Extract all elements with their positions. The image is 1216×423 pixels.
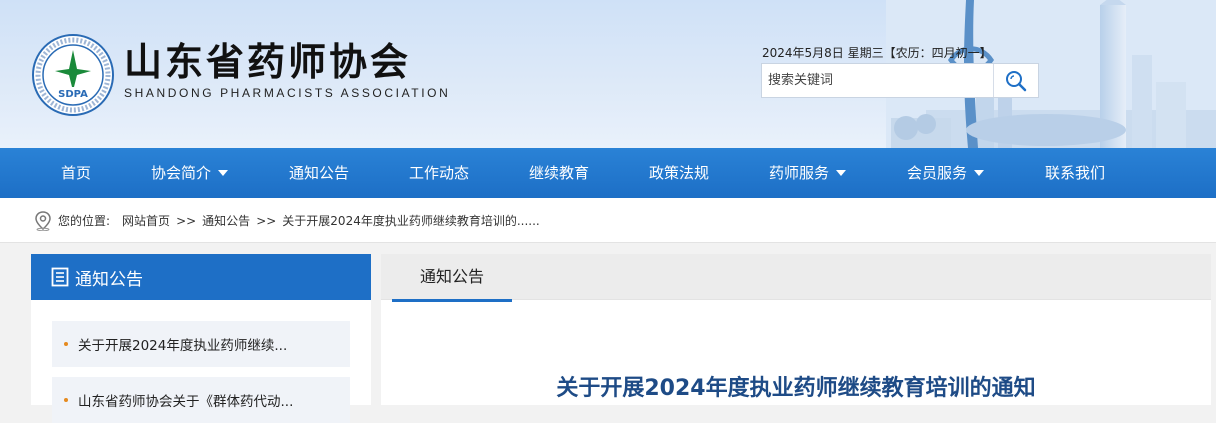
caret-down-icon <box>836 170 847 176</box>
location-pin-icon <box>35 210 51 231</box>
nav-item-notices[interactable]: 通知公告 <box>289 148 349 198</box>
breadcrumb-home-link[interactable]: 网站首页 <box>122 212 170 229</box>
nav-item-home[interactable]: 首页 <box>61 148 91 198</box>
document-list-icon <box>51 267 69 287</box>
nav-item-education[interactable]: 继续教育 <box>529 148 589 198</box>
breadcrumb-separator: >> <box>256 213 277 228</box>
nav-item-about[interactable]: 协会简介 <box>151 148 229 198</box>
site-subtitle: SHANDONG PHARMACISTS ASSOCIATION <box>124 86 451 100</box>
bullet-icon <box>64 342 68 346</box>
sidebar-heading: 通知公告 <box>31 254 371 300</box>
breadcrumb-prefix: 您的位置: <box>58 214 111 228</box>
breadcrumb: 您的位置: 网站首页 >> 通知公告 >> 关于开展2024年度执业药师继续教育… <box>34 198 546 243</box>
breadcrumb-current: 关于开展2024年度执业药师继续教育培训的...... <box>282 214 540 228</box>
bullet-icon <box>64 398 68 402</box>
date-display: 2024年5月8日 星期三【农历：四月初一】 <box>762 46 992 60</box>
nav-item-label: 首页 <box>61 164 92 182</box>
nav-item-label: 联系我们 <box>1045 164 1106 182</box>
nav-item-label: 会员服务 <box>907 164 968 182</box>
nav-item-label: 协会简介 <box>151 164 212 182</box>
search-input[interactable] <box>762 64 994 97</box>
breadcrumb-bar: 您的位置: 网站首页 >> 通知公告 >> 关于开展2024年度执业药师继续教育… <box>0 198 1216 243</box>
nav-item-label: 工作动态 <box>409 164 470 182</box>
search-button[interactable] <box>993 64 1038 97</box>
main-content: 通知公告 关于开展2024年度执业药师继续教育培训的通知 <box>381 254 1211 405</box>
sidebar-item-label: 山东省药师协会关于《群体药代动... <box>78 394 294 410</box>
sidebar-heading-label: 通知公告 <box>75 269 143 290</box>
sidebar-list-item[interactable]: 关于开展2024年度执业药师继续... <box>52 321 350 367</box>
tab-notices[interactable]: 通知公告 <box>392 254 512 302</box>
association-logo[interactable]: SDPA <box>31 33 115 117</box>
site-title[interactable]: 山东省药师协会 <box>124 40 411 84</box>
site-header: SDPA 山东省药师协会 SHANDONG PHARMACISTS ASSOCI… <box>0 0 1216 148</box>
logo-text: SDPA <box>58 89 88 100</box>
search-icon <box>1006 70 1027 91</box>
caret-down-icon <box>974 170 985 176</box>
nav-item-member-services[interactable]: 会员服务 <box>907 148 985 198</box>
article-title: 关于开展2024年度执业药师继续教育培训的通知 <box>556 376 1036 401</box>
caret-down-icon <box>218 170 229 176</box>
nav-item-label: 继续教育 <box>529 164 590 182</box>
content-tab-bar: 通知公告 <box>381 254 1211 302</box>
main-nav: 首页 协会简介 通知公告 工作动态 继续教育 政策法规 药师服务 会员服务 联系… <box>0 148 1216 198</box>
nav-item-pharmacist-services[interactable]: 药师服务 <box>769 148 847 198</box>
nav-item-label: 政策法规 <box>649 164 710 182</box>
sidebar-item-label: 关于开展2024年度执业药师继续... <box>78 338 288 354</box>
breadcrumb-separator: >> <box>176 213 197 228</box>
sidebar: 通知公告 关于开展2024年度执业药师继续... 山东省药师协会关于《群体药代动… <box>31 254 371 423</box>
breadcrumb-section-link[interactable]: 通知公告 <box>202 212 250 229</box>
search-box <box>761 63 1039 98</box>
nav-item-label: 通知公告 <box>289 164 350 182</box>
nav-item-news[interactable]: 工作动态 <box>409 148 469 198</box>
nav-item-label: 药师服务 <box>769 164 830 182</box>
nav-item-policies[interactable]: 政策法规 <box>649 148 709 198</box>
sdpa-emblem-icon: SDPA <box>32 34 114 116</box>
sidebar-list-item[interactable]: 山东省药师协会关于《群体药代动... <box>52 377 350 423</box>
nav-item-contact[interactable]: 联系我们 <box>1045 148 1105 198</box>
